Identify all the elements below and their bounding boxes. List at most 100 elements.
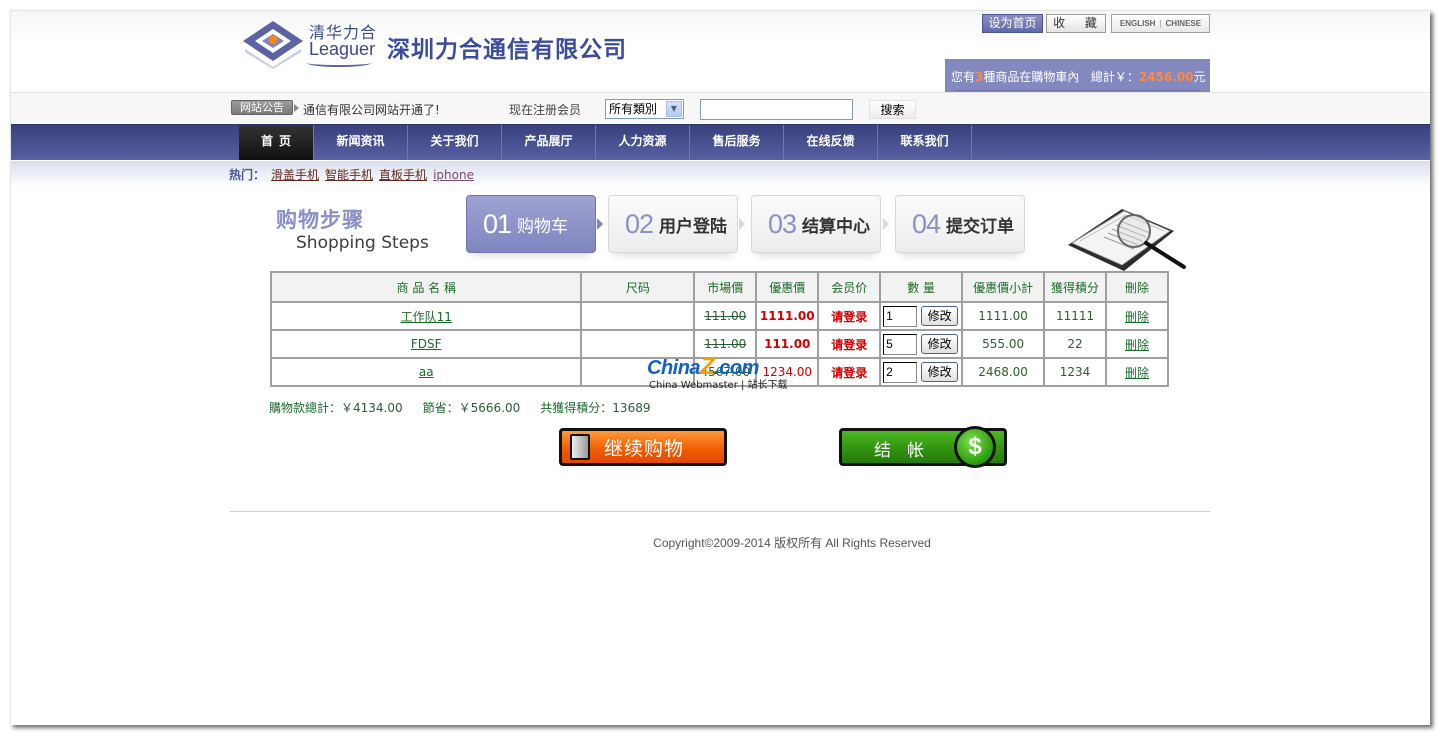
english-link[interactable]: ENGLISH — [1120, 19, 1156, 28]
login-required-link[interactable]: 请登录 — [831, 338, 867, 352]
cell-market-price: 4567.00 — [693, 357, 758, 387]
product-link[interactable]: 工作队11 — [401, 310, 452, 324]
notice-text[interactable]: 通信有限公司网站开通了! — [303, 101, 440, 118]
category-select[interactable]: 所有類別 ▼ — [605, 99, 684, 119]
step-cart[interactable]: 01 购物车 — [466, 195, 596, 253]
delete-link[interactable]: 刪除 — [1125, 338, 1149, 352]
table-row: FDSF 111.00 111.00 请登录 修改 555.00 22 刪除 — [269, 329, 1169, 359]
cell-product-name: aa — [269, 357, 583, 387]
total-points-value: 13689 — [612, 401, 651, 415]
cart-summary: 您有3種商品在購物車內 總計￥：2456.00元 — [951, 68, 1206, 85]
step-login[interactable]: 02 用户登陆 — [608, 195, 738, 253]
continue-shopping-button[interactable]: 继续购物 — [559, 428, 727, 466]
hot-link-iphone[interactable]: iphone — [433, 168, 474, 182]
header-delete: 刪除 — [1105, 271, 1169, 303]
header: 清华力合 Leaguer 深圳力合通信有限公司 设为首页 收 藏 ENGLISH… — [11, 11, 1430, 122]
chevron-right-icon — [739, 218, 745, 230]
total-amount-label: 購物款總計： — [269, 401, 342, 415]
nav-item-feedback[interactable]: 在线反馈 — [784, 125, 878, 160]
step-number: 03 — [768, 208, 797, 239]
member-register-label[interactable]: 现在注册会员 — [509, 101, 581, 118]
logo-mark-icon — [243, 21, 303, 69]
quantity-input[interactable] — [883, 305, 918, 327]
login-required-link[interactable]: 请登录 — [831, 366, 867, 380]
copyright: Copyright©2009-2014 版权所有 All Rights Rese… — [653, 536, 931, 550]
search-button[interactable]: 搜索 — [869, 100, 916, 119]
cell-points: 11111 — [1043, 301, 1108, 331]
header-product-name: 商 品 名 稱 — [269, 271, 583, 303]
quantity-input[interactable] — [883, 361, 918, 383]
nav-item-hr[interactable]: 人力资源 — [596, 125, 690, 160]
quantity-input[interactable] — [883, 333, 918, 355]
chevron-down-icon: ▼ — [666, 101, 682, 117]
step-checkout-center[interactable]: 03 结算中心 — [751, 195, 881, 253]
cell-points: 1234 — [1043, 357, 1108, 387]
hot-links: 热门： 滑盖手机 智能手机 直板手机 iphone — [229, 166, 474, 183]
bookmark-button[interactable]: 收 藏 — [1046, 14, 1106, 33]
cell-size — [580, 301, 696, 331]
main-nav: 首页 新闻资讯 关于我们 产品展厅 人力资源 售后服务 在线反馈 联系我们 — [11, 124, 1430, 160]
top-links: 设为首页 收 藏 ENGLISH | CHINESE — [982, 14, 1210, 34]
product-link[interactable]: aa — [419, 365, 434, 379]
shopping-bag-icon — [570, 434, 590, 460]
nav-item-service[interactable]: 售后服务 — [690, 125, 784, 160]
delete-link[interactable]: 刪除 — [1125, 366, 1149, 380]
search-input[interactable] — [700, 99, 853, 120]
set-homepage-button[interactable]: 设为首页 — [982, 14, 1043, 33]
notice-bar: 网站公告 通信有限公司网站开通了! 现在注册会员 所有類別 ▼ 搜索 — [11, 92, 1430, 123]
cell-subtotal: 1111.00 — [961, 301, 1046, 331]
update-quantity-button[interactable]: 修改 — [921, 306, 959, 326]
language-separator: | — [1159, 19, 1162, 28]
cart-totals: 購物款總計：￥4134.00 節省：￥5666.00 共獲得積分：13689 — [269, 399, 670, 416]
update-quantity-button[interactable]: 修改 — [921, 334, 959, 354]
cell-product-name: 工作队11 — [269, 301, 583, 331]
total-amount: 購物款總計：￥4134.00 — [269, 399, 403, 416]
nav-item-news[interactable]: 新闻资讯 — [314, 125, 408, 160]
cell-delete: 刪除 — [1105, 329, 1169, 359]
cell-market-price: 111.00 — [693, 301, 758, 331]
total-points: 共獲得積分：13689 — [540, 399, 650, 416]
nav-item-products[interactable]: 产品展厅 — [502, 125, 596, 160]
cell-quantity: 修改 — [879, 357, 964, 387]
step-submit-order[interactable]: 04 提交订单 — [895, 195, 1025, 253]
cell-size — [580, 329, 696, 359]
nav-item-contact[interactable]: 联系我们 — [878, 125, 972, 160]
hot-label: 热门： — [229, 168, 266, 182]
update-quantity-button[interactable]: 修改 — [921, 362, 959, 382]
hot-link-slider-phone[interactable]: 滑盖手机 — [271, 166, 319, 183]
product-link[interactable]: FDSF — [411, 337, 442, 351]
step-label: 购物车 — [517, 216, 569, 237]
cell-member-price: 请登录 — [817, 329, 882, 359]
cell-quantity: 修改 — [879, 329, 964, 359]
steps-title-cn: 购物步骤 — [276, 208, 364, 232]
cell-subtotal: 555.00 — [961, 329, 1046, 359]
hot-link-smartphone[interactable]: 智能手机 — [325, 166, 373, 183]
nav-item-home[interactable]: 首页 — [239, 125, 314, 160]
header-points: 獲得積分 — [1043, 271, 1108, 303]
notice-tag: 网站公告 — [231, 100, 293, 115]
table-header-row: 商 品 名 稱 尺码 市場價 優惠價 会员价 數 量 優惠價小計 獲得積分 刪除 — [269, 271, 1169, 303]
delete-link[interactable]: 刪除 — [1125, 310, 1149, 324]
cart-total-value: 2456.00 — [1138, 70, 1194, 84]
total-amount-value: ￥4134.00 — [341, 401, 403, 415]
cart-summary-prefix: 您有 — [951, 70, 976, 84]
chinese-link[interactable]: CHINESE — [1166, 19, 1202, 28]
step-label: 提交订单 — [946, 216, 1015, 237]
cell-discount-price: 1234.00 — [755, 357, 820, 387]
logo-english-text: Leaguer — [309, 39, 376, 59]
checkout-button[interactable]: 结帐 $ — [839, 426, 1007, 468]
step-label: 用户登陆 — [659, 216, 728, 237]
total-saved-value: ￥5666.00 — [458, 401, 521, 415]
market-price: 111.00 — [704, 309, 747, 323]
hot-link-bar-phone[interactable]: 直板手机 — [379, 166, 427, 183]
cell-member-price: 请登录 — [817, 301, 882, 331]
category-select-value: 所有類別 — [609, 102, 658, 116]
document-magnifier-icon — [1068, 209, 1186, 271]
cart-divider — [955, 90, 1200, 91]
nav-item-about[interactable]: 关于我们 — [408, 125, 502, 160]
login-required-link[interactable]: 请登录 — [831, 310, 867, 324]
step-number: 02 — [625, 208, 654, 239]
steps-title-en: Shopping Steps — [296, 233, 429, 253]
cell-size — [580, 357, 696, 387]
company-logo[interactable]: 清华力合 Leaguer 深圳力合通信有限公司 — [241, 17, 661, 87]
